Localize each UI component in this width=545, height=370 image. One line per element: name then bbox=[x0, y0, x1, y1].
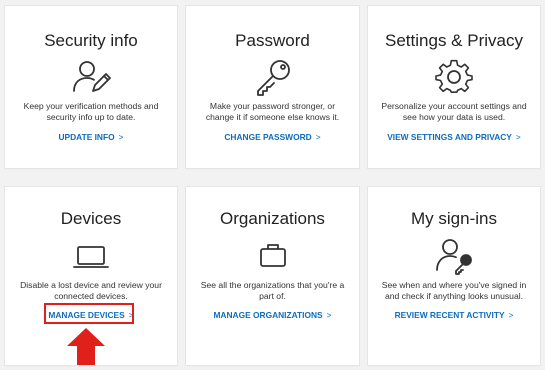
highlight-box bbox=[44, 303, 134, 324]
view-settings-and-privacy-link[interactable]: VIEW SETTINGS AND PRIVACY > bbox=[368, 132, 540, 143]
briefcase-icon bbox=[253, 237, 293, 275]
user-key-icon bbox=[434, 237, 474, 275]
chevron-right-icon: > bbox=[508, 310, 514, 320]
gear-icon bbox=[434, 58, 474, 96]
arrow-up-icon bbox=[67, 328, 105, 365]
chevron-right-icon: > bbox=[515, 132, 521, 142]
card-title: Organizations bbox=[220, 209, 325, 228]
manage-organizations-link[interactable]: MANAGE ORGANIZATIONS > bbox=[186, 310, 359, 321]
link-label: MANAGE ORGANIZATIONS bbox=[213, 310, 323, 320]
update-info-link[interactable]: UPDATE INFO > bbox=[5, 132, 177, 143]
chevron-right-icon: > bbox=[315, 132, 321, 142]
card-settings-privacy[interactable]: Settings & Privacy Personalize your acco… bbox=[368, 6, 540, 168]
card-password[interactable]: Password Make your password stronger, or… bbox=[186, 6, 359, 168]
chevron-right-icon: > bbox=[326, 310, 332, 320]
card-description: Keep your verification methods and secur… bbox=[23, 101, 159, 122]
link-label: UPDATE INFO bbox=[58, 132, 115, 142]
card-title: Security info bbox=[44, 31, 138, 50]
key-icon bbox=[253, 58, 293, 96]
link-label: VIEW SETTINGS AND PRIVACY bbox=[387, 132, 512, 142]
change-password-link[interactable]: CHANGE PASSWORD > bbox=[186, 132, 359, 143]
card-title: Devices bbox=[60, 209, 122, 228]
user-edit-icon bbox=[71, 58, 111, 96]
link-label: REVIEW RECENT ACTIVITY bbox=[394, 310, 505, 320]
card-description: See when and where you've signed in and … bbox=[381, 280, 527, 301]
card-title: My sign-ins bbox=[411, 209, 497, 228]
link-label: CHANGE PASSWORD bbox=[224, 132, 312, 142]
review-recent-activity-link[interactable]: REVIEW RECENT ACTIVITY > bbox=[368, 310, 540, 321]
card-description: Disable a lost device and review your co… bbox=[20, 280, 162, 301]
chevron-right-icon: > bbox=[118, 132, 124, 142]
laptop-icon bbox=[71, 237, 111, 275]
card-my-sign-ins[interactable]: My sign-ins See when and where you've si… bbox=[368, 187, 540, 365]
card-description: Make your password stronger, or change i… bbox=[205, 101, 340, 122]
card-description: See all the organizations that you're a … bbox=[200, 280, 345, 301]
card-title: Settings & Privacy bbox=[385, 31, 523, 50]
card-security-info[interactable]: Security info Keep your verification met… bbox=[5, 6, 177, 168]
card-organizations[interactable]: Organizations See all the organizations … bbox=[186, 187, 359, 365]
card-title: Password bbox=[235, 31, 310, 50]
card-description: Personalize your account settings and se… bbox=[381, 101, 527, 122]
